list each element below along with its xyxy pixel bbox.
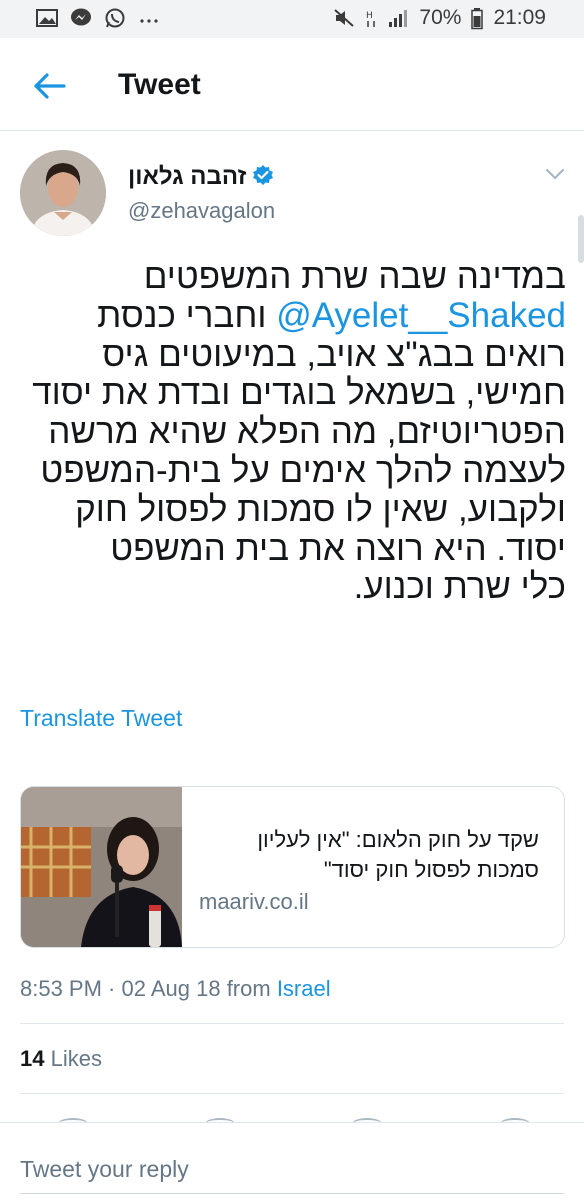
mention-link[interactable]: @Ayelet__Shaked [276, 296, 566, 335]
author-row: זהבה גלאון [128, 163, 274, 191]
mute-icon [333, 8, 355, 28]
avatar[interactable] [20, 150, 106, 236]
likes-label: Likes [50, 1046, 102, 1071]
divider [20, 1023, 564, 1024]
tweet-line: חמישי, בשמאל בוגדים ובדת את יסוד [10, 373, 566, 413]
battery-icon [471, 8, 484, 30]
tweet-line-text: ולקבוע, שאין לו סמכות לפסול חוק [75, 489, 566, 529]
likes-count[interactable]: 14 Likes [20, 1046, 102, 1072]
tweet-line-text: במדינה שבה שרת המשפטים [143, 257, 566, 296]
page-title: Tweet [118, 68, 201, 101]
tweet-text: במדינה שבה שרת המשפטים @Ayelet__Shaked ו… [10, 257, 566, 607]
tweet-menu-chevron-down-icon[interactable] [544, 166, 566, 182]
tweet-line-text: יסוד. היא רוצה את בית המשפט [110, 528, 566, 568]
messenger-icon [70, 8, 92, 28]
tweet-line: כלי שרת וכנוע. [10, 567, 566, 607]
place-link[interactable]: Israel [277, 976, 331, 1001]
reply-input[interactable] [20, 1151, 564, 1187]
author-name[interactable]: זהבה גלאון [128, 163, 246, 191]
back-button[interactable] [30, 66, 70, 106]
link-preview-card[interactable]: שקד על חוק הלאום: "אין לעליון סמכות לפסו… [20, 786, 565, 948]
tweet-line: במדינה שבה שרת המשפטים [10, 257, 566, 297]
tweet-line-text: חמישי, בשמאל בוגדים ובדת את יסוד [32, 373, 566, 413]
card-title-line: שקד על חוק הלאום: "אין לעליון [257, 827, 539, 852]
reply-underline [20, 1193, 564, 1194]
tweet-line: רואים בבג"צ אויב, במיעוטים גיס [10, 334, 566, 375]
system-status: H 70% 21:09 [333, 6, 546, 30]
card-title: שקד על חוק הלאום: "אין לעליון סמכות לפסו… [199, 825, 539, 885]
more-icon [138, 8, 160, 28]
tweet-line-text: כלי שרת וכנוע. [353, 567, 566, 607]
gallery-icon [36, 8, 58, 28]
signal-icon [387, 8, 409, 28]
timestamp-text: 8:53 PM · 02 Aug 18 from [20, 976, 277, 1001]
arrow-left-icon [34, 73, 66, 99]
tweet-line: יסוד. היא רוצה את בית המשפט [10, 528, 566, 569]
reply-bar [0, 1122, 584, 1201]
status-bar: H 70% 21:09 [0, 0, 584, 38]
tweet-timestamp: 8:53 PM · 02 Aug 18 from Israel [20, 976, 331, 1002]
author-handle[interactable]: @zehavagalon [128, 198, 275, 224]
tweet-line-text: רואים בבג"צ אויב, במיעוטים גיס [102, 334, 566, 374]
card-thumbnail [21, 787, 182, 947]
whatsapp-icon [104, 8, 126, 28]
scroll-edge [578, 215, 584, 263]
tweet-line: לעצמה להלך אימים על בית-המשפט [10, 450, 566, 491]
tweet-line-text: הפטריוטיזם, מה הפלא שהיא מרשה [48, 412, 566, 452]
tweet-line: ולקבוע, שאין לו סמכות לפסול חוק [10, 489, 566, 530]
clock: 21:09 [493, 6, 546, 29]
tweet-line: @Ayelet__Shaked וחברי כנסת [10, 295, 566, 336]
divider [20, 1093, 564, 1094]
translate-tweet-link[interactable]: Translate Tweet [20, 705, 182, 732]
svg-text:H: H [366, 11, 373, 21]
card-domain: maariv.co.il [199, 889, 309, 914]
tweet-line-text: וחברי כנסת [97, 295, 277, 335]
battery-percent: 70% [419, 6, 462, 29]
data-icon: H [365, 8, 377, 28]
card-title-line: סמכות לפסול חוק יסוד" [323, 857, 539, 882]
app-bar: Tweet [0, 38, 584, 131]
notification-icons [36, 8, 160, 28]
likes-number: 14 [20, 1046, 45, 1071]
tweet-line: הפטריוטיזם, מה הפלא שהיא מרשה [10, 412, 566, 452]
verified-badge-icon [252, 164, 274, 191]
tweet-line-text: לעצמה להלך אימים על בית-המשפט [40, 450, 566, 490]
